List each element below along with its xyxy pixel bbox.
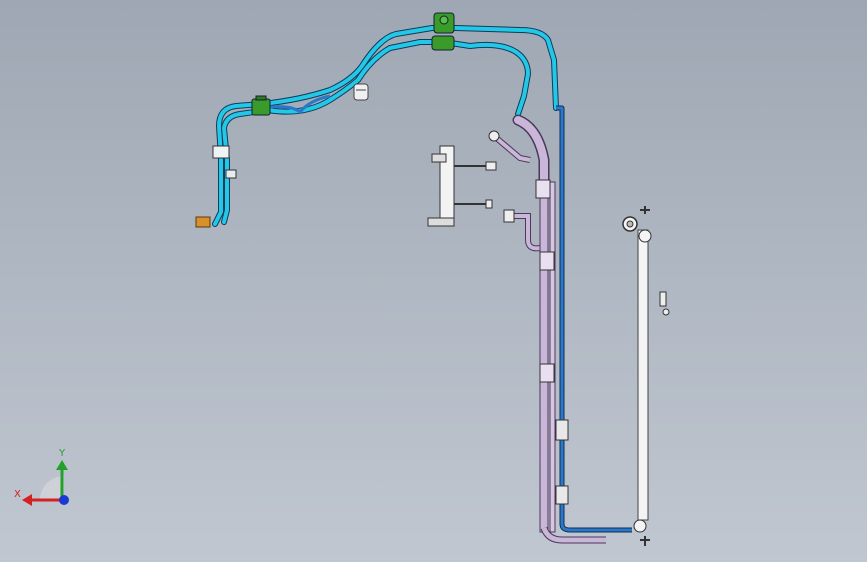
connector[interactable] (353, 83, 369, 101)
blue-vertical-pipe[interactable] (555, 105, 632, 533)
pipe-clip[interactable] (212, 145, 230, 159)
white-vertical-pipe[interactable] (622, 206, 670, 546)
clamp-top[interactable] (431, 12, 455, 51)
end-fitting[interactable] (195, 216, 211, 228)
y-axis-label: Y (58, 448, 66, 459)
coordinate-triad: Y X (14, 448, 69, 506)
pipe-clip[interactable] (225, 169, 237, 179)
pipe-assembly-model[interactable]: Y X (0, 0, 867, 562)
cad-graphics-viewport[interactable]: Y X (0, 0, 867, 562)
upper-hose-assembly[interactable] (195, 12, 559, 228)
lavender-pipe-assembly[interactable] (488, 114, 606, 544)
mounting-bracket[interactable] (427, 145, 497, 227)
clamp-left[interactable] (251, 95, 271, 116)
x-axis-label: X (14, 489, 21, 500)
